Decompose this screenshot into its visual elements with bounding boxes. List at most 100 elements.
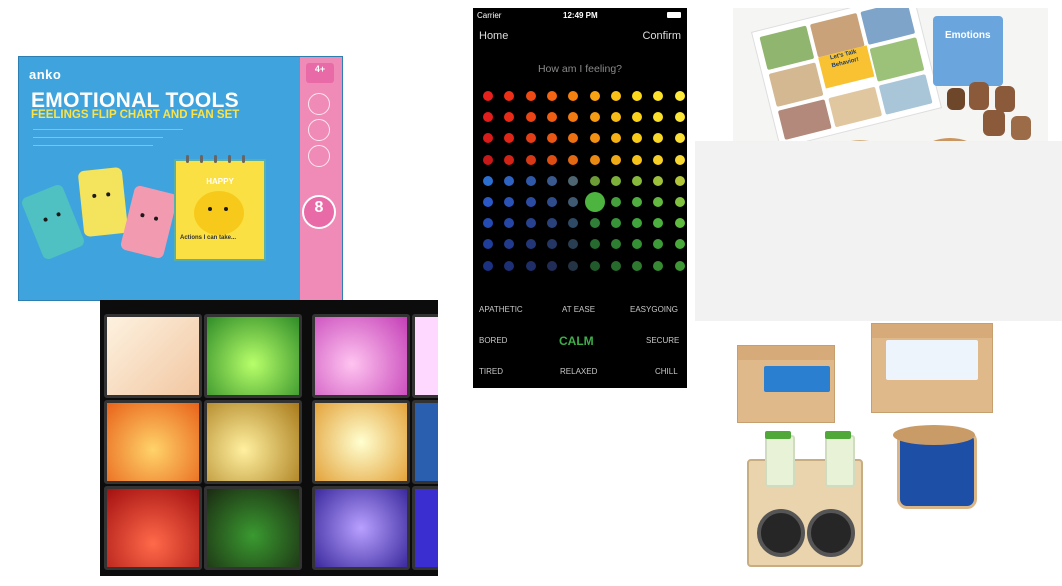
mood-dot[interactable] (653, 260, 664, 271)
mood-dot[interactable] (610, 197, 621, 207)
mood-dot[interactable] (483, 260, 493, 271)
mood-dot[interactable] (568, 154, 579, 165)
mood-dot[interactable] (504, 239, 515, 250)
mood-dot[interactable] (568, 260, 579, 271)
mood-dot[interactable] (674, 239, 685, 250)
mood-dot[interactable] (546, 154, 557, 165)
mood-dot[interactable] (546, 112, 557, 123)
mood-dot[interactable] (674, 197, 685, 207)
mood-dot[interactable] (525, 260, 536, 271)
mood-dot[interactable] (525, 112, 536, 123)
mood-dot[interactable] (483, 154, 493, 165)
mood-dot[interactable] (674, 175, 685, 186)
mood-dot[interactable] (568, 133, 579, 144)
mood-dot[interactable] (674, 154, 685, 165)
mood-dot[interactable] (653, 154, 664, 165)
mood-dot[interactable] (610, 239, 621, 250)
mood-dot[interactable] (546, 91, 557, 101)
mood-dot[interactable] (504, 175, 515, 186)
mood-dot[interactable] (568, 239, 579, 250)
mood-dot[interactable] (525, 133, 536, 144)
mood-dot[interactable] (674, 133, 685, 144)
mood-dot[interactable] (525, 91, 536, 101)
mood-dot[interactable] (610, 91, 621, 101)
mood-dot[interactable] (610, 260, 621, 271)
mood-dot[interactable] (525, 218, 536, 229)
mood-dot[interactable] (589, 175, 600, 186)
mood-dot[interactable] (589, 260, 600, 271)
mood-dot[interactable] (653, 175, 664, 186)
mood-dot[interactable] (589, 239, 600, 250)
mood-dot[interactable] (483, 239, 493, 250)
mood-dot[interactable] (653, 133, 664, 144)
mood-secure[interactable]: SECURE (646, 336, 679, 345)
mood-easygoing[interactable]: EASYGOING (630, 305, 678, 314)
mood-dot[interactable] (632, 197, 643, 207)
mood-dot[interactable] (525, 154, 536, 165)
mood-dot[interactable] (653, 91, 664, 101)
mood-dot[interactable] (546, 260, 557, 271)
mood-dot[interactable] (674, 112, 685, 123)
anko-emotional-tools-image[interactable]: anko EMOTIONAL TOOLS FEELINGS FLIP CHART… (18, 56, 343, 301)
mood-dot[interactable] (653, 112, 664, 123)
mood-dot[interactable] (568, 218, 579, 229)
mood-dot[interactable] (610, 175, 621, 186)
mood-dot[interactable] (483, 133, 493, 144)
mood-dot[interactable] (525, 175, 536, 186)
mood-dot[interactable] (610, 154, 621, 165)
mood-dot[interactable] (632, 260, 643, 271)
mood-dot[interactable] (653, 197, 664, 207)
mood-dot[interactable] (504, 91, 515, 101)
mood-dot[interactable] (504, 154, 515, 165)
mood-dot[interactable] (610, 133, 621, 144)
mood-dot[interactable] (568, 91, 579, 101)
mood-apathetic[interactable]: APATHETIC (479, 305, 523, 314)
mood-dot[interactable] (568, 197, 579, 207)
mood-dot[interactable] (653, 218, 664, 229)
mood-dot[interactable] (546, 197, 557, 207)
light-boxes-image[interactable] (100, 300, 438, 576)
mood-at-ease[interactable]: AT EASE (562, 305, 595, 314)
mood-dot[interactable] (525, 239, 536, 250)
mood-dot[interactable] (632, 175, 643, 186)
mood-dot-grid[interactable] (473, 8, 687, 388)
mood-relaxed[interactable]: RELAXED (560, 367, 597, 376)
mood-tired[interactable]: TIRED (479, 367, 503, 376)
mood-dot[interactable] (632, 112, 643, 123)
mood-dot[interactable] (653, 239, 664, 250)
mood-dot[interactable] (632, 133, 643, 144)
mood-dot[interactable] (504, 133, 515, 144)
mood-dot[interactable] (632, 154, 643, 165)
mood-dot[interactable] (504, 218, 515, 229)
mood-dot[interactable] (546, 218, 557, 229)
mood-dot[interactable] (568, 175, 579, 186)
mood-dot[interactable] (483, 218, 493, 229)
mood-dot[interactable] (632, 91, 643, 101)
mood-dot[interactable] (546, 175, 557, 186)
mood-dot[interactable] (504, 197, 515, 207)
mood-dot[interactable] (589, 133, 600, 144)
mood-dot[interactable] (589, 218, 600, 229)
mood-dot[interactable] (483, 197, 493, 207)
mood-dot[interactable] (504, 260, 515, 271)
mood-dot[interactable] (674, 91, 685, 101)
mood-dot[interactable] (610, 218, 621, 229)
mood-chill[interactable]: CHILL (655, 367, 678, 376)
mood-dot[interactable] (546, 239, 557, 250)
mood-dot[interactable] (674, 260, 685, 271)
mood-dot[interactable] (589, 112, 600, 123)
mood-bored[interactable]: BORED (479, 336, 507, 345)
mood-meter-phone-screen[interactable]: Carrier 12:49 PM Home Confirm How am I f… (473, 8, 687, 388)
mood-dot[interactable] (483, 112, 493, 123)
mood-dot[interactable] (632, 239, 643, 250)
stem-kits-image[interactable] (695, 141, 1062, 586)
mood-dot[interactable] (504, 112, 515, 123)
mood-dot[interactable] (632, 218, 643, 229)
mood-dot[interactable] (589, 154, 600, 165)
mood-dot[interactable] (546, 133, 557, 144)
mood-dot[interactable] (525, 197, 536, 207)
mood-dot[interactable] (589, 91, 600, 101)
mood-dot[interactable] (610, 112, 621, 123)
mood-dot[interactable] (483, 175, 493, 186)
mood-dot[interactable] (584, 192, 605, 212)
